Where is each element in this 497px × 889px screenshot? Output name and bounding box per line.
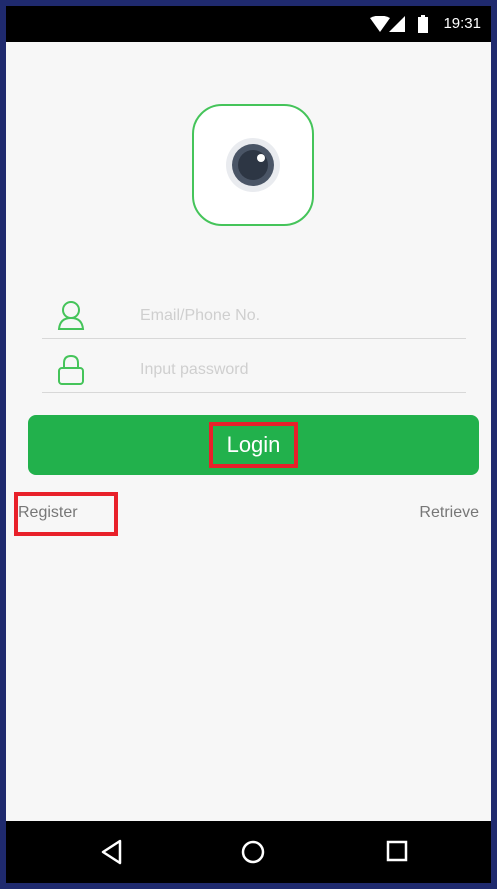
- signal-icon: [389, 16, 405, 37]
- home-icon[interactable]: [240, 839, 266, 870]
- camera-icon: [224, 136, 282, 199]
- user-icon: [56, 300, 86, 335]
- recents-icon[interactable]: [386, 840, 408, 867]
- password-input[interactable]: [138, 356, 462, 384]
- register-link[interactable]: Register: [14, 492, 118, 536]
- register-label: Register: [18, 504, 78, 521]
- battery-icon: [418, 15, 428, 38]
- wifi-icon: [370, 15, 390, 37]
- login-label: Login: [208, 422, 299, 468]
- email-field-row: [42, 294, 466, 339]
- app-logo: [192, 104, 314, 226]
- back-icon[interactable]: [100, 839, 124, 870]
- status-bar: 19:31: [6, 6, 491, 42]
- email-input[interactable]: [138, 302, 462, 330]
- password-field-row: [42, 348, 466, 393]
- retrieve-link[interactable]: Retrieve: [419, 504, 479, 522]
- lock-icon: [56, 354, 86, 391]
- phone-screen: 19:31 Login: [6, 6, 491, 883]
- navigation-bar: [6, 821, 491, 883]
- status-time: 19:31: [443, 15, 481, 32]
- login-button[interactable]: Login: [28, 415, 479, 475]
